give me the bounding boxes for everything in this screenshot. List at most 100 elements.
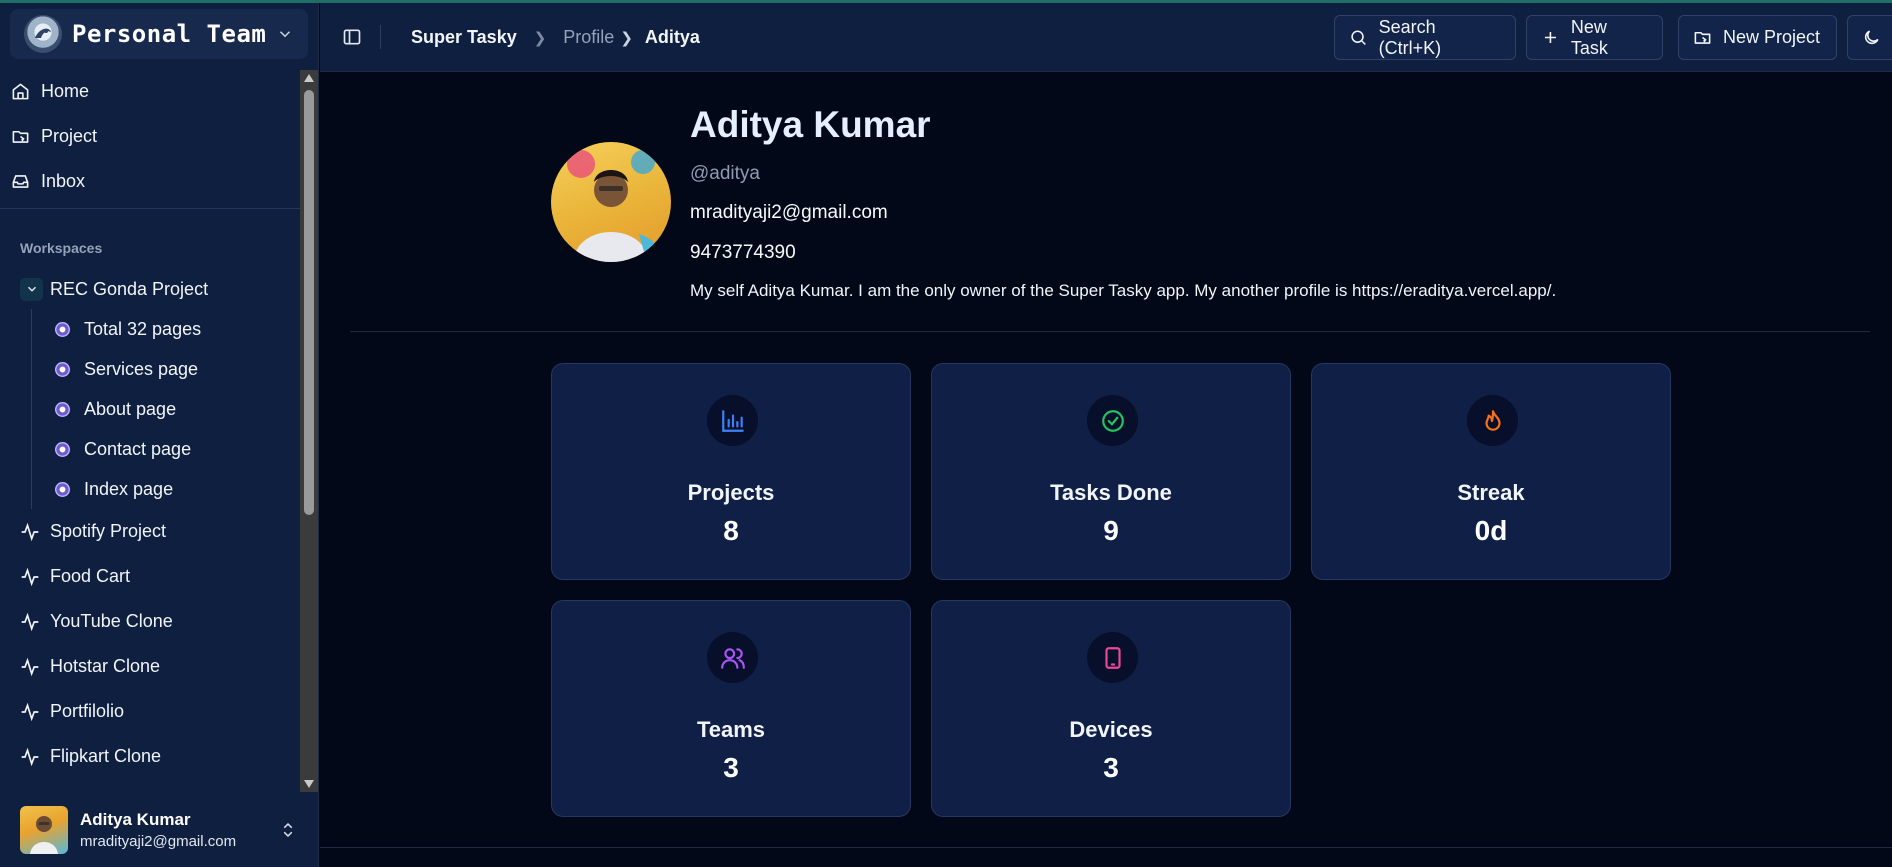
scroll-down-arrow[interactable] [304, 780, 314, 788]
stat-card-tasks-done: Tasks Done 9 [931, 363, 1291, 580]
page-label: About page [84, 398, 177, 419]
tree-line [31, 309, 32, 509]
page-dot-icon [55, 361, 70, 377]
team-name: Personal Team [72, 20, 267, 48]
users-icon [707, 632, 758, 683]
page-dot-icon [55, 481, 70, 497]
stat-label: Tasks Done [1050, 480, 1172, 505]
new-project-label: New Project [1723, 27, 1821, 47]
inbox-icon [12, 175, 29, 188]
nav-item-label: Project [41, 126, 98, 146]
chevron-down-icon[interactable] [20, 277, 43, 301]
workspace-label: Food Cart [50, 566, 131, 586]
stat-label: Devices [1069, 717, 1153, 742]
team-switcher[interactable]: Personal Team [10, 9, 308, 59]
workspace-label: Hotstar Clone [50, 656, 161, 676]
sidebar: Personal Team Home Project Inbox Workspa… [0, 3, 319, 867]
stat-value: 3 [723, 752, 739, 783]
new-task-button[interactable]: New Task [1526, 15, 1663, 60]
avatar [20, 805, 68, 854]
page-item[interactable]: About page [0, 389, 300, 429]
page-dot-icon [55, 321, 70, 337]
nav-item-label: Home [41, 81, 90, 101]
workspace-item[interactable]: YouTube Clone [0, 599, 300, 644]
divider [380, 25, 381, 49]
stat-value: 3 [1103, 752, 1119, 783]
activity-icon [21, 612, 39, 631]
workspace-item[interactable]: Spotify Project [0, 509, 300, 554]
stat-value: 9 [1103, 515, 1119, 546]
user-name: Aditya Kumar [80, 809, 191, 829]
chevron-right-icon: ❯ [620, 29, 633, 47]
page-label: Total 32 pages [84, 318, 202, 339]
flame-icon [1467, 395, 1518, 446]
plus-icon [1544, 31, 1556, 44]
page-item[interactable]: Services page [0, 349, 300, 389]
search-label: Search (Ctrl+K) [1378, 16, 1442, 58]
activity-icon [21, 702, 39, 721]
top-header: Super Tasky ❯ Profile ❯ Aditya Search (C… [320, 3, 1892, 72]
sidebar-toggle-icon[interactable] [342, 27, 362, 47]
workspace-label: Flipkart Clone [50, 746, 162, 766]
search-button[interactable]: Search (Ctrl+K) [1334, 15, 1516, 60]
page-item[interactable]: Index page [0, 469, 300, 509]
divider [320, 847, 1892, 848]
page-item[interactable]: Contact page [0, 429, 300, 469]
page-item[interactable]: Total 32 pages [0, 309, 300, 349]
home-icon [12, 83, 29, 100]
stat-card-devices: Devices 3 [931, 600, 1291, 817]
page-dot-icon [55, 401, 70, 417]
stat-label: Teams [696, 717, 766, 742]
activity-icon [21, 747, 39, 766]
profile-handle: @aditya [690, 163, 760, 184]
workspace-item[interactable]: Portfilolio [0, 689, 300, 734]
page-label: Services page [84, 358, 199, 379]
stat-label: Projects [687, 480, 775, 505]
new-task-label: New Task [1570, 16, 1608, 58]
profile-phone: 9473774390 [690, 242, 796, 263]
breadcrumb-current: Aditya [644, 27, 700, 47]
theme-toggle-button[interactable] [1847, 15, 1892, 60]
breadcrumb-item[interactable]: Profile [563, 27, 614, 48]
user-email: mradityaji2@gmail.com [80, 832, 237, 850]
stat-card-streak: Streak 0d [1311, 363, 1671, 580]
stat-value: 8 [723, 515, 739, 546]
stat-card-projects: Projects 8 [551, 363, 911, 580]
profile-bio: My self Aditya Kumar. I am the only owne… [690, 281, 1557, 300]
check-circle-icon [1087, 395, 1138, 446]
sidebar-scrollbar[interactable] [300, 70, 318, 792]
workspaces-heading: Workspaces [20, 240, 103, 256]
page-label: Index page [84, 478, 174, 499]
stat-card-teams: Teams 3 [551, 600, 911, 817]
folder-icon [12, 130, 29, 143]
breadcrumb-item[interactable]: Super Tasky [411, 27, 517, 48]
workspace-item[interactable]: Flipkart Clone [0, 734, 300, 779]
divider [350, 331, 1870, 332]
new-project-button[interactable]: New Project [1678, 15, 1837, 60]
scroll-thumb[interactable] [304, 90, 314, 515]
workspace-item[interactable]: Hotstar Clone [0, 644, 300, 689]
activity-icon [21, 567, 39, 586]
nav-item-home[interactable]: Home [0, 69, 300, 114]
main-nav: Home Project Inbox [0, 69, 300, 204]
profile-name: Aditya Kumar [690, 104, 931, 145]
moon-icon [1864, 30, 1879, 45]
breadcrumb: Super Tasky ❯ Profile ❯ Aditya [411, 27, 700, 48]
profile-avatar [551, 142, 671, 262]
profile-email: mradityaji2@gmail.com [690, 202, 888, 223]
workspace-item-rec-gonda[interactable]: REC Gonda Project [0, 269, 300, 309]
nav-item-project[interactable]: Project [0, 114, 300, 159]
user-menu[interactable]: Aditya Kumar mradityaji2@gmail.com [0, 792, 319, 867]
activity-icon [21, 657, 39, 676]
search-icon [1351, 30, 1366, 46]
chevrons-up-down-icon [283, 822, 293, 837]
page-label: Contact page [84, 438, 192, 459]
workspace-list: REC Gonda Project Total 32 pages Service… [0, 269, 300, 779]
tablet-icon [1087, 632, 1138, 683]
workspace-label: Portfilolio [50, 701, 125, 721]
chevron-right-icon: ❯ [533, 29, 547, 47]
scroll-up-arrow[interactable] [304, 74, 314, 82]
nav-item-inbox[interactable]: Inbox [0, 159, 300, 204]
divider [0, 208, 300, 209]
workspace-item[interactable]: Food Cart [0, 554, 300, 599]
